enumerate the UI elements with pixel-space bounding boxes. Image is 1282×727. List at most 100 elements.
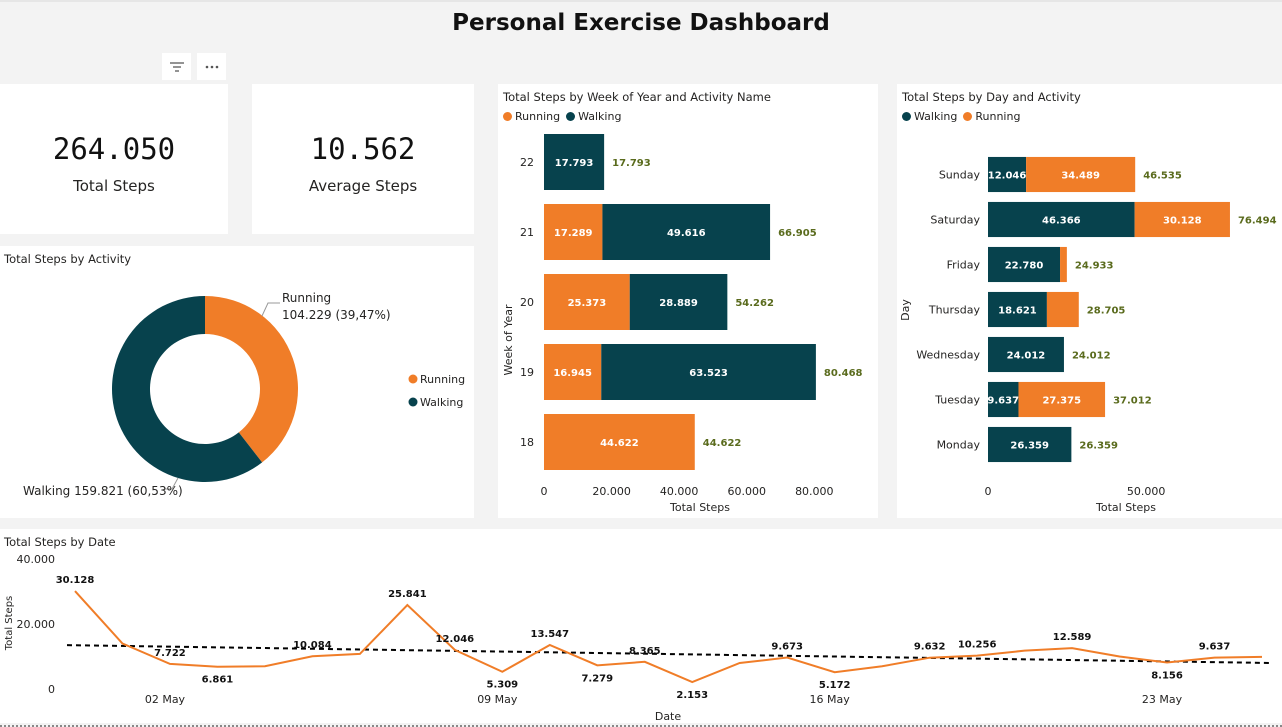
y-tick-label: 21 <box>520 226 534 239</box>
week-bar-chart: Week of Year Total Steps 22 17.793 17.793 2… <box>502 134 863 514</box>
bar-data-label: 17.289 <box>554 228 593 239</box>
bar-data-label: 44.622 <box>600 438 639 449</box>
x-tick-label: 60.000 <box>727 485 766 498</box>
x-tick-label: 09 May <box>477 693 518 706</box>
bar-total-label: 66.905 <box>778 228 817 239</box>
bar-total-label: 37.012 <box>1113 396 1152 407</box>
more-options-icon <box>205 65 218 68</box>
day-bar-chart: Day Total Steps Sunday 12.046 34.489 46.535… <box>899 156 1277 514</box>
kpi-card-total-steps[interactable]: 264.050 Total Steps <box>0 84 228 234</box>
bar-total-label: 17.793 <box>612 158 651 169</box>
bar-total-label: 24.012 <box>1072 351 1111 362</box>
running-leader-line <box>261 302 280 317</box>
bar-segment-running <box>1046 291 1079 328</box>
page-title: Personal Exercise Dashboard <box>452 10 830 36</box>
kpi-value: 10.562 <box>310 132 416 166</box>
x-axis-title: Date <box>655 710 682 723</box>
point-data-label: 7.722 <box>154 648 186 659</box>
bar-data-label: 18.621 <box>998 306 1037 317</box>
bar-data-label: 34.489 <box>1061 171 1100 182</box>
bar-data-label: 49.616 <box>667 228 706 239</box>
x-tick-label: 16 May <box>810 693 851 706</box>
week-chart-card[interactable]: Total Steps by Week of Year and Activity… <box>498 84 878 518</box>
y-tick-label: 22 <box>520 156 534 169</box>
point-data-label: 25.841 <box>388 589 427 600</box>
bar-data-label: 12.046 <box>988 171 1027 182</box>
bar-data-label: 46.366 <box>1042 216 1081 227</box>
point-data-label: 8.156 <box>1151 670 1183 681</box>
bar-data-label: 26.359 <box>1010 441 1049 452</box>
x-axis-title: Total Steps <box>669 501 730 514</box>
y-tick-label: Sunday <box>939 169 981 182</box>
bar-data-label: 9.637 <box>987 396 1019 407</box>
bar-total-label: 28.705 <box>1087 306 1126 317</box>
y-tick-label: Tuesday <box>934 394 980 407</box>
point-data-label: 9.637 <box>1199 642 1231 653</box>
bar-data-label: 16.945 <box>553 368 592 379</box>
point-data-label: 9.632 <box>914 642 946 653</box>
legend-walking-label[interactable]: Walking <box>420 396 463 409</box>
y-tick-label: Thursday <box>928 304 981 317</box>
point-data-label: 8.365 <box>629 646 661 657</box>
x-tick-label: 40.000 <box>660 485 699 498</box>
kpi-card-average-steps[interactable]: 10.562 Average Steps <box>252 84 474 234</box>
day-chart-card[interactable]: Total Steps by Day and Activity Walking … <box>897 84 1282 518</box>
bar-total-label: 46.535 <box>1143 171 1182 182</box>
point-data-label: 10.256 <box>958 640 997 651</box>
walking-label: Walking 159.821 (60,53%) <box>23 484 183 498</box>
bar-total-label: 26.359 <box>1079 441 1118 452</box>
y-tick-label: Wednesday <box>916 349 980 362</box>
bar-total-label: 54.262 <box>735 298 774 309</box>
bar-total-label: 24.933 <box>1075 261 1114 272</box>
trend-line <box>66 644 1273 664</box>
more-options-button[interactable] <box>197 53 226 80</box>
bar-data-label: 63.523 <box>689 368 728 379</box>
point-data-label: 12.046 <box>436 634 475 645</box>
kpi-label: Average Steps <box>308 177 418 195</box>
point-data-label: 10.084 <box>293 640 332 651</box>
y-tick-label: 20 <box>520 296 534 309</box>
point-data-label: 30.128 <box>56 575 95 586</box>
bar-segment-running <box>1060 246 1067 283</box>
x-tick-label: 0 <box>541 485 548 498</box>
legend-running-label[interactable]: Running <box>420 373 465 386</box>
bar-total-label: 76.494 <box>1238 216 1277 227</box>
y-tick-label: 18 <box>520 436 534 449</box>
point-data-label: 6.861 <box>202 675 234 686</box>
bar-total-label: 44.622 <box>703 438 742 449</box>
y-tick-label: 40.000 <box>17 553 56 566</box>
legend-running-dot <box>408 374 418 384</box>
donut-chart-card[interactable]: Total Steps by Activity Running 104.229 … <box>0 246 474 518</box>
dashboard-canvas: Personal Exercise Dashboard 264.050 Tota… <box>0 0 1282 727</box>
bar-data-label: 28.889 <box>659 298 698 309</box>
x-tick-label: 0 <box>985 485 992 498</box>
y-axis-title: Day <box>899 299 912 321</box>
bar-data-label: 27.375 <box>1042 396 1081 407</box>
kpi-label: Total Steps <box>73 177 155 195</box>
date-line-chart: Total Steps Date 40.000 20.000 0 02 May 09 M… <box>4 553 1273 723</box>
x-tick-label: 23 May <box>1142 693 1183 706</box>
running-label-value: 104.229 (39,47%) <box>282 308 391 322</box>
bar-total-label: 80.468 <box>824 368 863 379</box>
y-tick-label: Saturday <box>930 214 980 227</box>
x-axis-title: Total Steps <box>1095 501 1156 514</box>
y-tick-label: 19 <box>520 366 534 379</box>
point-data-label: 5.172 <box>819 680 851 691</box>
y-axis-title: Total Steps <box>4 596 15 652</box>
point-data-label: 2.153 <box>676 690 708 701</box>
bar-data-label: 22.780 <box>1005 261 1044 272</box>
date-line-chart-card[interactable]: Total Steps by Date Total Steps Date 40.… <box>0 529 1282 723</box>
x-tick-label: 20.000 <box>592 485 631 498</box>
filter-button[interactable] <box>162 53 191 80</box>
donut-chart: Running 104.229 (39,47%) Walking 159.821… <box>23 291 465 498</box>
bar-data-label: 25.373 <box>568 298 607 309</box>
x-tick-label: 50.000 <box>1127 485 1166 498</box>
point-data-label: 5.309 <box>486 680 518 691</box>
running-label-name: Running <box>282 291 331 305</box>
filter-icon <box>169 61 184 72</box>
y-axis-title: Week of Year <box>502 304 515 375</box>
bar-data-label: 30.128 <box>1163 216 1202 227</box>
point-data-label: 12.589 <box>1053 632 1092 643</box>
point-data-label: 13.547 <box>531 629 570 640</box>
legend-walking-dot <box>408 397 418 407</box>
